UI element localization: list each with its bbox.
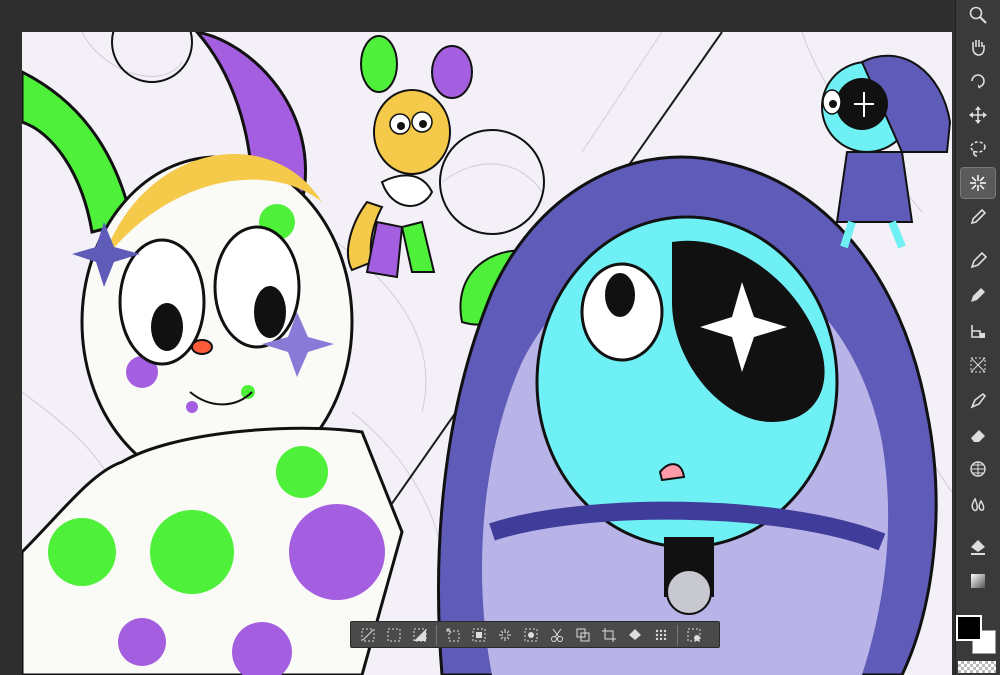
brush-tool[interactable] <box>961 316 995 346</box>
eraser-icon <box>971 430 985 442</box>
magnifier-icon <box>969 6 987 24</box>
gradient-icon <box>971 574 985 588</box>
lasso-icon <box>970 141 986 157</box>
fill-tool[interactable] <box>961 532 995 562</box>
transparent-color-swatch[interactable] <box>958 661 996 673</box>
move-icon <box>969 106 987 124</box>
auto-select-icon <box>499 628 511 641</box>
fill-selection-icon <box>629 628 641 640</box>
invert-selection-button[interactable] <box>407 624 433 646</box>
select-all-icon <box>387 628 401 641</box>
move-tool[interactable] <box>961 100 995 130</box>
hand-tool[interactable] <box>961 32 995 62</box>
rotate-icon <box>971 74 985 89</box>
fill-selection-button[interactable] <box>622 624 648 646</box>
airbrush-icon <box>970 357 986 373</box>
lasso-tool[interactable] <box>961 134 995 164</box>
settings-icon <box>687 628 701 641</box>
decoration-icon <box>970 392 987 409</box>
copy-icon <box>576 628 590 641</box>
shrink-selection-icon <box>472 628 486 641</box>
shrink-selection-button[interactable] <box>466 624 492 646</box>
auto-select-tool[interactable] <box>960 167 996 199</box>
pen-icon <box>970 251 988 269</box>
primary-color-swatch[interactable] <box>956 615 982 641</box>
blend-tool[interactable] <box>961 490 995 520</box>
eraser-tool[interactable] <box>961 420 995 450</box>
brush-icon <box>971 325 985 338</box>
artwork <box>22 32 952 675</box>
cut-button[interactable] <box>544 624 570 646</box>
crop-icon <box>602 627 616 642</box>
pencil-tool[interactable] <box>961 280 995 310</box>
pencil-icon <box>971 288 985 302</box>
deselect-button[interactable] <box>355 624 381 646</box>
eyedropper-icon <box>970 208 987 225</box>
fill-bucket-icon <box>971 540 985 555</box>
ruler-tool[interactable] <box>961 454 995 484</box>
zoom-tool[interactable] <box>961 0 995 30</box>
screen-tone-icon <box>655 629 667 640</box>
copy-button[interactable] <box>570 624 596 646</box>
gradient-tool[interactable] <box>961 566 995 596</box>
auto-select-button[interactable] <box>492 624 518 646</box>
hand-icon <box>972 40 985 56</box>
tool-palette <box>955 0 1000 675</box>
crop-button[interactable] <box>596 624 622 646</box>
separator <box>677 624 678 645</box>
workspace <box>0 0 955 675</box>
magic-wand-icon <box>970 175 986 191</box>
mask-button[interactable] <box>518 624 544 646</box>
airbrush-tool[interactable] <box>961 350 995 380</box>
expand-selection-button[interactable] <box>440 624 466 646</box>
pen-tool[interactable] <box>961 246 995 276</box>
deselect-icon <box>361 628 375 641</box>
eyedropper-tool[interactable] <box>961 202 995 232</box>
rotate-tool[interactable] <box>961 66 995 96</box>
select-all-button[interactable] <box>381 624 407 646</box>
ruler-grid-icon <box>970 461 986 477</box>
decoration-tool[interactable] <box>961 386 995 416</box>
blend-icon <box>971 497 985 512</box>
settings-button[interactable] <box>681 624 707 646</box>
expand-selection-icon <box>446 628 460 641</box>
selection-launcher-bar <box>350 621 720 648</box>
invert-selection-icon <box>413 628 427 641</box>
screen-tone-button[interactable] <box>648 624 674 646</box>
cut-icon <box>551 628 563 642</box>
mask-icon <box>524 628 538 641</box>
drawing-canvas[interactable] <box>22 32 952 675</box>
separator <box>436 624 437 645</box>
